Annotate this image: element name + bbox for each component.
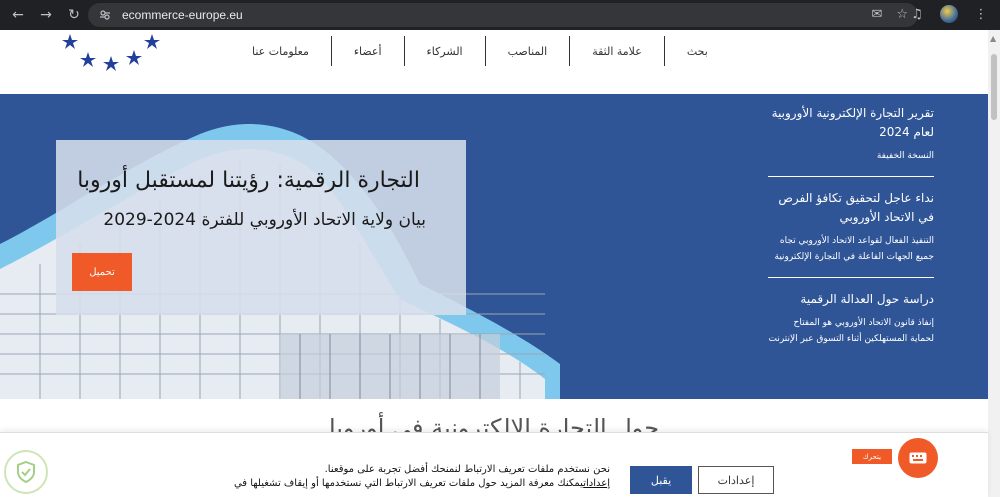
site-info-icon[interactable] [98, 8, 112, 22]
side-item-title[interactable]: نداء عاجل لتحقيق تكافؤ الفرص في الاتحاد … [768, 189, 934, 227]
accept-cookies-button[interactable]: يقبل [630, 466, 692, 494]
cookie-line-2: إعداداتيمكنك معرفة المزيد حول ملفات تعري… [210, 477, 610, 491]
promo-title: التجارة الرقمية: رؤيتنا لمستقبل أوروبا [77, 168, 420, 193]
back-arrow-icon[interactable]: ← [6, 3, 30, 27]
cookie-line-1: نحن نستخدم ملفات تعريف الارتباط لنمنحك أ… [324, 464, 610, 475]
url-text: ecommerce-europe.eu [122, 8, 243, 22]
side-item-level-playing-field[interactable]: نداء عاجل لتحقيق تكافؤ الفرص في الاتحاد … [768, 189, 934, 278]
more-menu-icon[interactable]: ⋮ [972, 5, 990, 23]
browser-toolbar: ← → ↻ ecommerce-europe.eu ✉ ☆ ♫ ⋮ [0, 0, 1000, 30]
section-heading: حول التجارة الإلكترونية في أوروبا [328, 414, 660, 434]
cookie-line-2-text: يمكنك معرفة المزيد حول ملفات تعريف الارت… [233, 478, 584, 489]
side-item-digital-fairness[interactable]: دراسة حول العدالة الرقمية إنفاذ قانون ال… [768, 290, 934, 359]
side-item-title[interactable]: دراسة حول العدالة الرقمية [768, 290, 934, 309]
nav-members[interactable]: أعضاء [330, 36, 404, 66]
reload-icon[interactable]: ↻ [62, 3, 86, 27]
forward-arrow-icon[interactable]: → [34, 3, 58, 27]
cookie-settings-button[interactable]: إعدادات [698, 466, 774, 494]
cookie-settings-link[interactable]: إعدادات [583, 478, 610, 489]
media-controls-icon[interactable]: ♫ [908, 5, 926, 23]
profile-avatar[interactable] [940, 5, 958, 23]
hero-section: التجارة الرقمية: رؤيتنا لمستقبل أوروبا ب… [0, 94, 988, 399]
side-item-desc: النسخة الخفيفة [876, 151, 934, 161]
address-bar[interactable]: ecommerce-europe.eu ✉ ☆ [88, 3, 918, 27]
site-header: بحث علامة الثقة المناصب الشركاء أعضاء مع… [0, 30, 988, 94]
download-button[interactable]: تحميل [72, 253, 132, 291]
floating-tag[interactable]: يتحرك [852, 449, 892, 464]
promo-box: التجارة الرقمية: رؤيتنا لمستقبل أوروبا ب… [56, 140, 466, 315]
side-item-report[interactable]: تقرير التجارة الإلكترونية الأوروبية لعام… [768, 104, 934, 177]
nav-about[interactable]: معلومات عنا [230, 36, 331, 66]
cookie-banner: نحن نستخدم ملفات تعريف الارتباط لنمنحك أ… [0, 432, 988, 497]
hero-side-links: تقرير التجارة الإلكترونية الأوروبية لعام… [768, 104, 934, 371]
shield-badge-icon[interactable] [4, 450, 48, 494]
side-item-desc: إنفاذ قانون الاتحاد الأوروبي هو المفتاح … [768, 318, 934, 344]
scroll-up-icon[interactable]: ▲ [990, 34, 996, 43]
side-item-title[interactable]: تقرير التجارة الإلكترونية الأوروبية لعام… [768, 104, 934, 142]
nav-trustmark[interactable]: علامة الثقة [569, 36, 664, 66]
nav-positions[interactable]: المناصب [484, 36, 570, 66]
promo-subtitle: بيان ولاية الاتحاد الأوروبي للفترة 2024-… [103, 210, 426, 230]
bookmark-star-icon[interactable]: ☆ [896, 7, 908, 22]
translate-icon[interactable]: ✉ [871, 7, 882, 22]
eu-stars-logo[interactable] [58, 30, 168, 74]
cookie-text: نحن نستخدم ملفات تعريف الارتباط لنمنحك أ… [210, 463, 610, 491]
side-item-desc: التنفيذ الفعال لقواعد الاتحاد الأوروبي ت… [774, 236, 935, 262]
page-scrollbar[interactable]: ▲ [988, 30, 1000, 497]
nav-search[interactable]: بحث [663, 36, 730, 66]
main-nav: بحث علامة الثقة المناصب الشركاء أعضاء مع… [230, 36, 730, 66]
scroll-thumb[interactable] [991, 54, 997, 120]
chat-keyboard-icon[interactable] [898, 438, 938, 478]
nav-partners[interactable]: الشركاء [403, 36, 485, 66]
